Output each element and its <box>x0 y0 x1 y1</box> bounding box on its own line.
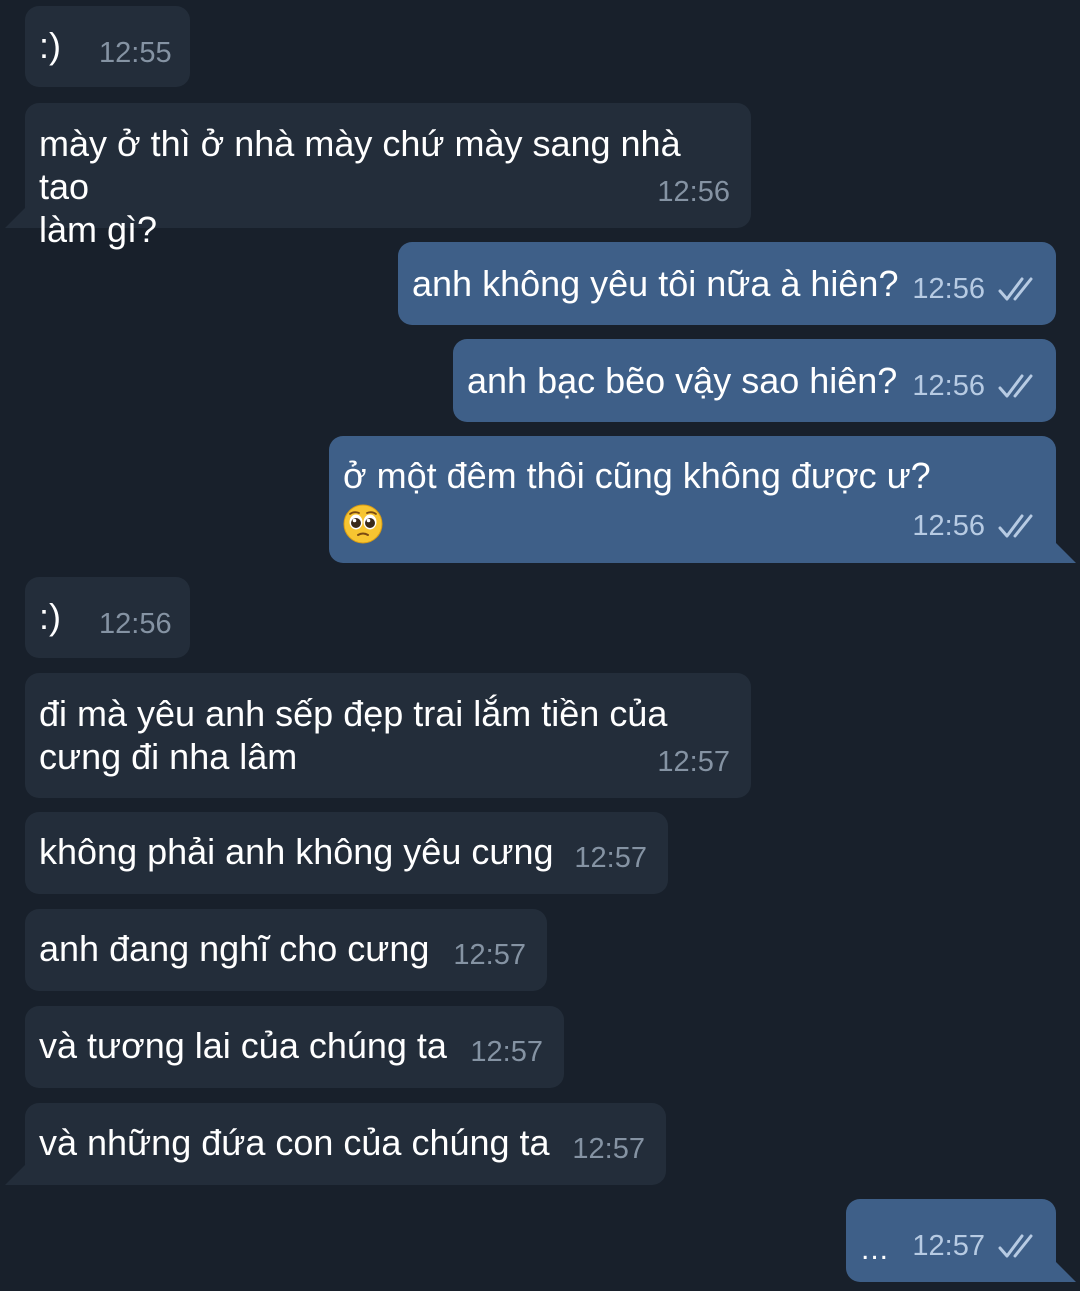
incoming-message[interactable]: mày ở thì ở nhà mày chứ mày sang nhà tao… <box>5 103 751 250</box>
incoming-message[interactable]: :) 12:55 <box>25 6 190 87</box>
double-check-icon <box>998 1234 1033 1258</box>
incoming-message[interactable]: anh đang nghĩ cho cưng 12:57 <box>25 909 547 991</box>
message-time: 12:56 <box>912 370 985 402</box>
message-text: và những đứa con của chúng ta <box>39 1122 550 1163</box>
incoming-message[interactable]: đi mà yêu anh sếp đẹp trai lắm tiền của … <box>25 673 751 798</box>
double-check-icon <box>998 277 1033 301</box>
double-check-icon <box>998 374 1033 398</box>
bubble-tail <box>1054 1260 1076 1282</box>
message-time: 12:57 <box>912 1230 985 1262</box>
double-check-icon <box>998 514 1033 538</box>
message-text: ở một đêm thôi cũng không được ư? <box>343 455 931 496</box>
message-text: mày ở thì ở nhà mày chứ mày sang nhà tao… <box>39 123 681 250</box>
message-time: 12:56 <box>912 510 985 542</box>
message-time: 12:57 <box>470 1036 543 1068</box>
outgoing-message[interactable]: anh không yêu tôi nữa à hiên? 12:56 <box>398 242 1056 325</box>
message-time: 12:57 <box>657 746 730 778</box>
message-time: 12:57 <box>572 1133 645 1165</box>
incoming-message[interactable]: và những đứa con của chúng ta 12:57 <box>5 1103 666 1185</box>
message-text: ... <box>861 1233 890 1266</box>
incoming-message[interactable]: :) 12:56 <box>25 577 190 658</box>
message-time: 12:57 <box>453 939 526 971</box>
outgoing-message[interactable]: ở một đêm thôi cũng không được ư? 12:56 <box>329 436 1076 563</box>
outgoing-message[interactable]: anh bạc bẽo vậy sao hiên? 12:56 <box>453 339 1056 422</box>
bubble-tail <box>5 1163 27 1185</box>
message-time: 12:56 <box>657 176 730 208</box>
incoming-message[interactable]: không phải anh không yêu cưng 12:57 <box>25 812 668 894</box>
chat-history: :) 12:55 mày ở thì ở nhà mày chứ mày san… <box>0 0 1080 1291</box>
incoming-message[interactable]: và tương lai của chúng ta 12:57 <box>25 1006 564 1088</box>
message-time: 12:56 <box>912 273 985 305</box>
bubble-tail <box>5 206 27 228</box>
message-time: 12:56 <box>99 608 172 640</box>
bubble-tail <box>1054 541 1076 563</box>
pleading-face-emoji <box>343 504 383 544</box>
message-text: đi mà yêu anh sếp đẹp trai lắm tiền của … <box>39 693 668 777</box>
message-time: 12:55 <box>99 37 172 69</box>
message-time: 12:57 <box>574 842 647 874</box>
message-text: không phải anh không yêu cưng <box>39 831 554 872</box>
outgoing-message[interactable]: ... 12:57 <box>846 1199 1076 1282</box>
